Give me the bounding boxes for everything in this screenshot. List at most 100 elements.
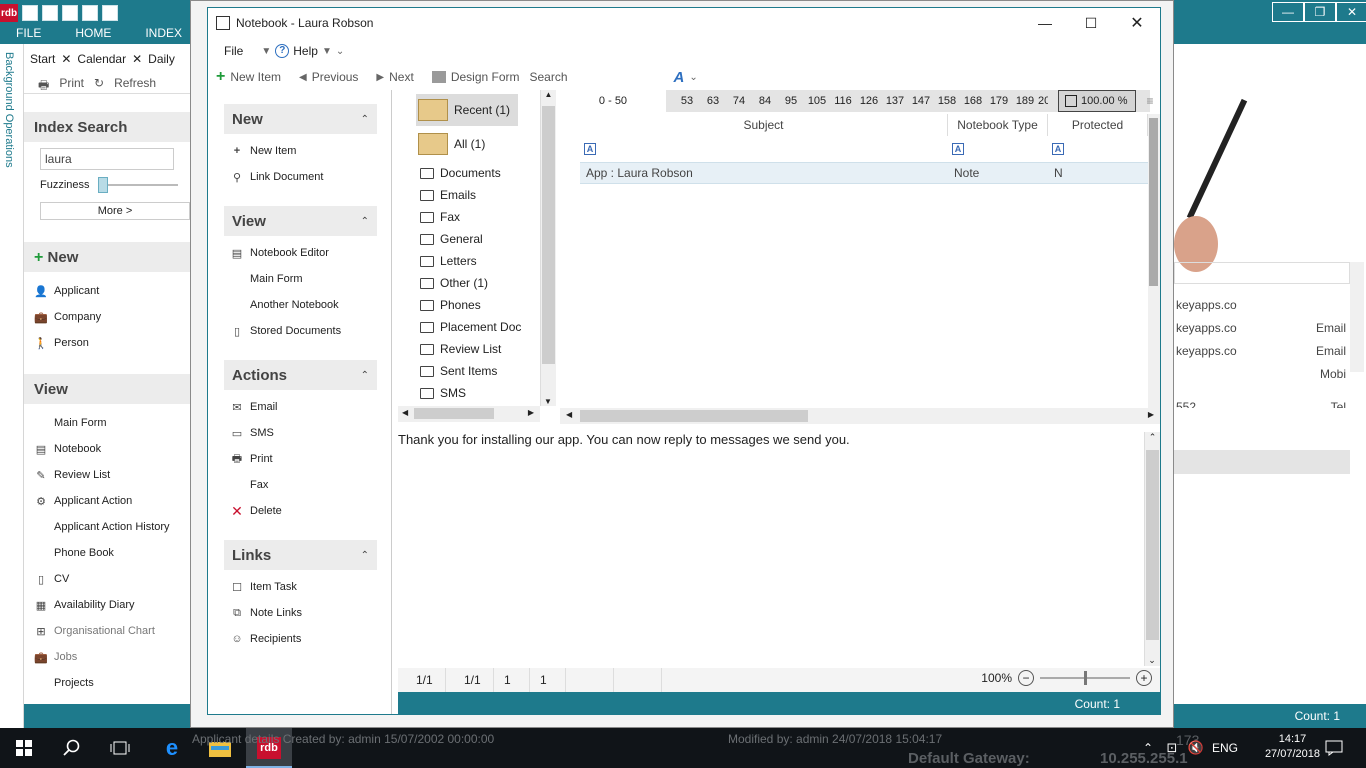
dialog-titlebar[interactable]: Notebook - Laura Robson — ☐ ✕ [208,8,1160,38]
next-button[interactable]: ▶ Next [376,70,413,84]
scroll-right-icon[interactable]: ▶ [1148,410,1154,419]
column-header-protected[interactable]: Protected [1048,114,1148,136]
scroll-left-icon[interactable]: ◀ [566,410,572,419]
grid-zoom-box[interactable]: 100.00 % [1058,90,1136,112]
pager-page[interactable]: 179 [986,95,1012,107]
sidebar-item-organisational-chart[interactable]: ⊞ Organisational Chart [24,618,190,644]
folder-review-list[interactable]: Review List [398,338,556,360]
menu-file[interactable]: FILE [16,26,41,40]
scroll-left-icon[interactable]: ◀ [402,408,408,417]
chevron-up-icon[interactable]: ⌃ [361,370,369,381]
pager-page[interactable]: 147 [908,95,934,107]
nav-item-sms[interactable]: ▭ SMS [224,420,377,446]
folder-fax[interactable]: Fax [398,206,556,228]
folder-phones[interactable]: Phones [398,294,556,316]
pager-page[interactable]: 116 [830,95,856,107]
filter-icon[interactable]: A [952,143,964,155]
sidebar-item-notebook[interactable]: ▤ Notebook [24,436,190,462]
quick-access-icon[interactable] [42,5,58,21]
folder-all[interactable]: All (1) [398,128,556,160]
folder-letters[interactable]: Letters [398,250,556,272]
menu-help[interactable]: Help [293,44,318,58]
pager-page[interactable]: 63 [700,95,726,107]
background-operations-strip[interactable]: Background Operations [0,44,24,728]
scroll-down-icon[interactable]: ▼ [541,397,555,406]
quick-access-icon[interactable] [82,5,98,21]
new-item-button[interactable]: + New Item [216,68,281,86]
scrollbar-thumb[interactable] [580,410,808,422]
folder-documents[interactable]: Documents [398,162,556,184]
pager-page[interactable]: 95 [778,95,804,107]
pager-page[interactable]: 105 [804,95,830,107]
folder-tree-horizontal-scrollbar[interactable]: ◀ ▶ [398,406,540,422]
scroll-down-icon[interactable]: ⌄ [1145,655,1159,666]
pager-page[interactable]: 137 [882,95,908,107]
view-section-header[interactable]: View [24,374,190,404]
menu-file[interactable]: File [224,44,243,58]
nav-item-link-document[interactable]: ⚲ Link Document [224,164,377,190]
pager-page[interactable]: 74 [726,95,752,107]
app-restore-button[interactable]: ❐ [1304,2,1336,22]
nav-item-notebook-editor[interactable]: ▤ Notebook Editor [224,240,377,266]
pager-page[interactable]: 189 [1012,95,1038,107]
chevron-up-icon[interactable]: ⌃ [361,216,369,227]
chevron-down-icon[interactable]: ⌄ [336,46,344,57]
filter-icon[interactable]: A [584,143,596,155]
pager-current-range[interactable]: 0 - 50 [560,90,666,112]
folder-emails[interactable]: Emails [398,184,556,206]
nav-item-note-links[interactable]: ⧉ Note Links [224,600,377,626]
windows-start-icon[interactable] [12,736,36,760]
menu-index[interactable]: INDEX [145,26,182,40]
dropdown-arrow-icon[interactable]: ▼ [261,46,271,57]
scrollbar-thumb[interactable] [414,408,494,419]
more-button[interactable]: More > [40,202,190,220]
pager-page[interactable]: 84 [752,95,778,107]
pager-page[interactable]: 20 [1038,95,1048,107]
column-header-notebook-type[interactable]: Notebook Type [948,114,1048,136]
scroll-up-icon[interactable]: ⌃ [1145,432,1160,443]
nav-section-new[interactable]: New ⌃ [224,104,377,134]
sidebar-item-cv[interactable]: ▯ CV [24,566,190,592]
nav-item-new-item[interactable]: + New Item [224,138,377,164]
edge-browser-icon[interactable]: e [160,735,184,760]
print-button[interactable]: Print [59,76,84,97]
nav-section-links[interactable]: Links ⌃ [224,540,377,570]
task-view-icon[interactable] [108,736,132,760]
nav-item-recipients[interactable]: ☺ Recipients [224,626,377,652]
app-minimize-button[interactable]: — [1272,2,1304,22]
nav-section-actions[interactable]: Actions ⌃ [224,360,377,390]
fuzziness-slider[interactable] [97,177,178,193]
column-header-subject[interactable]: Subject [580,114,948,136]
search-button[interactable]: Search [530,70,568,84]
close-icon[interactable]: ✕ [132,52,142,66]
tab-daily[interactable]: Daily [148,52,175,66]
close-icon[interactable]: ✕ [61,52,71,66]
pager-page[interactable]: 53 [674,95,700,107]
scroll-up-icon[interactable]: ▲ [541,90,556,99]
zoom-out-icon[interactable]: − [1018,670,1034,686]
help-icon[interactable]: ? [275,44,290,58]
zoom-slider[interactable] [1040,671,1130,685]
zoom-in-icon[interactable]: + [1136,670,1152,686]
grid-horizontal-scrollbar[interactable]: ◀ ▶ [560,408,1160,424]
filter-icon[interactable]: A [1052,143,1064,155]
sidebar-item-availability-diary[interactable]: ▦ Availability Diary [24,592,190,618]
nav-item-print[interactable]: 🖶 Print [224,446,377,472]
sidebar-item-applicant-action[interactable]: ⚙ Applicant Action [24,488,190,514]
scrollbar-thumb[interactable] [1146,450,1159,640]
sidebar-item-main-form[interactable]: Main Form [24,410,190,436]
maximize-button[interactable]: ☐ [1068,12,1114,34]
speaker-muted-icon[interactable]: 🔇 [1184,736,1208,760]
folder-general[interactable]: General [398,228,556,250]
folder-sms[interactable]: SMS [398,382,556,404]
table-row[interactable]: App : Laura Robson Note N N [580,162,1160,184]
preview-vertical-scrollbar[interactable]: ⌃ ⌄ [1144,432,1160,666]
sidebar-item-applicant-action-history[interactable]: Applicant Action History [24,514,190,540]
sidebar-item-jobs[interactable]: 💼 Jobs [24,644,190,670]
network-icon[interactable]: ⊡ [1160,736,1184,760]
app-close-button[interactable]: ✕ [1336,2,1366,22]
nav-section-view[interactable]: View ⌃ [224,206,377,236]
sidebar-item-phone-book[interactable]: Phone Book [24,540,190,566]
sidebar-item-projects[interactable]: Projects [24,670,190,696]
nav-item-item-task[interactable]: ☐ Item Task [224,574,377,600]
